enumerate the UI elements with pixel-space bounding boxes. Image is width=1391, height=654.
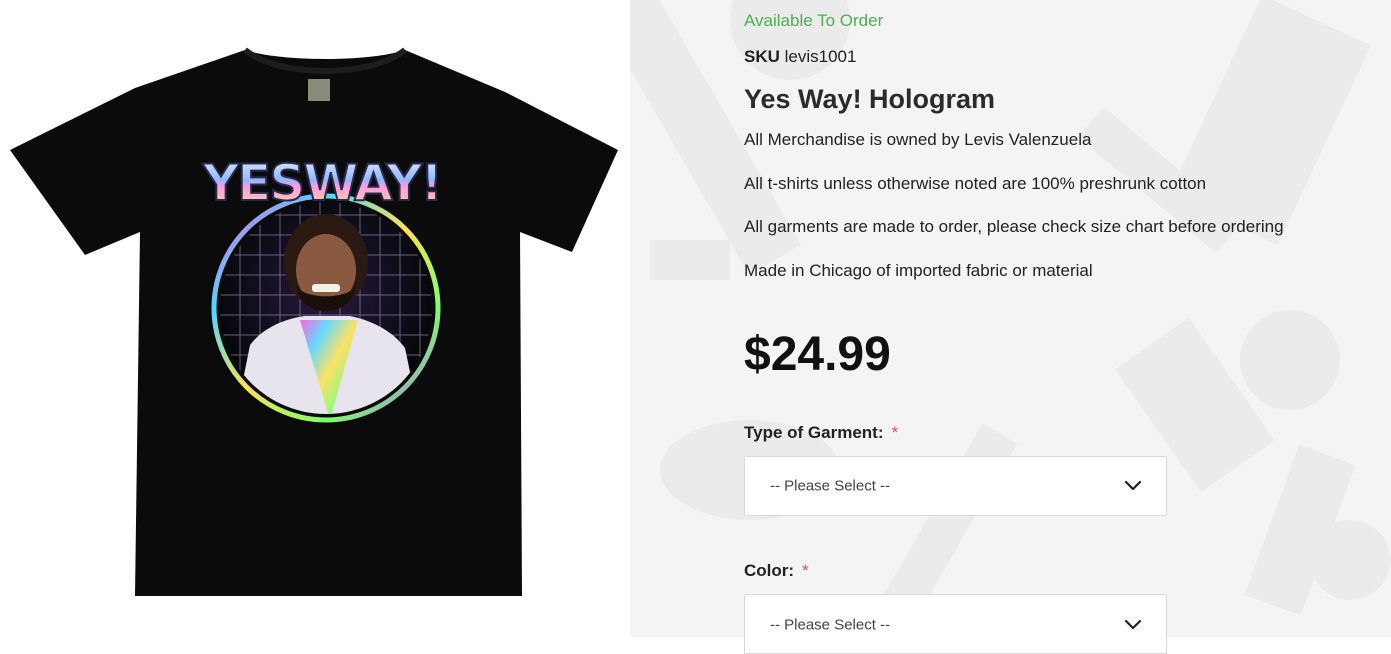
product-note: All Merchandise is owned by Levis Valenz… [744, 130, 1092, 149]
garment-type-selected: -- Please Select -- [770, 477, 891, 495]
chevron-down-icon [1124, 619, 1142, 630]
availability-status: Available To Order [744, 11, 884, 30]
product-image[interactable]: YESWAY! [0, 0, 630, 637]
tshirt-image: YESWAY! [10, 47, 618, 596]
product-title: Yes Way! Hologram [744, 84, 996, 114]
chevron-down-icon [1124, 480, 1142, 491]
product-price: $24.99 [744, 328, 891, 381]
shirt-graphic-text: YESWAY! [202, 154, 441, 212]
product-note: All garments are made to order, please c… [744, 217, 1284, 236]
sku: SKU levis1001 [744, 47, 856, 67]
product-details: Available To Order SKU levis1001 Yes Way… [744, 0, 1384, 654]
required-marker: * [891, 423, 899, 442]
garment-type-select[interactable]: -- Please Select -- [744, 456, 1167, 516]
color-label: Color: * [744, 561, 809, 581]
sku-value: levis1001 [784, 47, 857, 66]
product-note: All t-shirts unless otherwise noted are … [744, 174, 1207, 193]
required-marker: * [802, 561, 809, 580]
color-select[interactable]: -- Please Select -- [744, 594, 1167, 654]
color-selected: -- Please Select -- [770, 616, 891, 634]
product-note: Made in Chicago of imported fabric or ma… [744, 261, 1093, 280]
garment-type-label: Type of Garment: * [744, 423, 898, 443]
sku-label: SKU [744, 47, 780, 66]
color-label-text: Color: [744, 561, 795, 580]
garment-type-label-text: Type of Garment: [744, 423, 884, 442]
